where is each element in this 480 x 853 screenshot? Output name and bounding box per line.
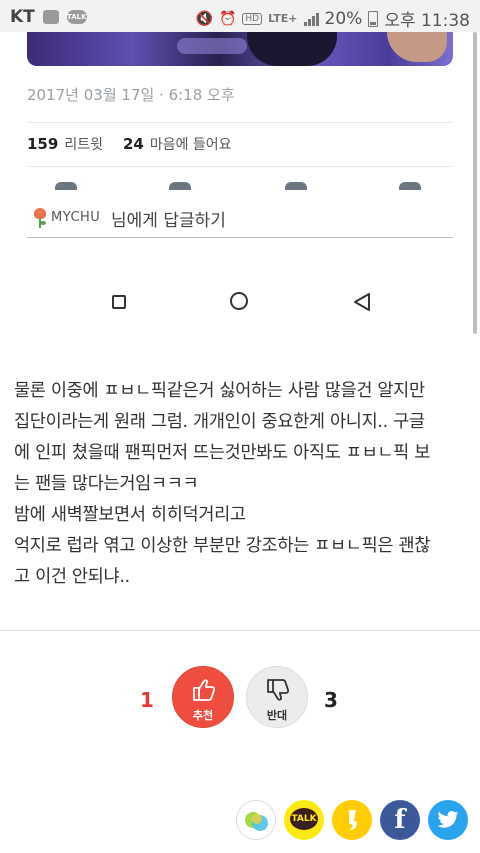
tweet-date: 2017년 03월 17일 · 6:18 오후 <box>27 86 235 104</box>
kakaostory-share[interactable] <box>332 800 372 840</box>
like-label[interactable]: 마음에 들어요 <box>150 134 232 154</box>
reply-username: MYCHU <box>51 210 101 225</box>
post-line: 밤에 새벽짤보면서 히히덕거리고 <box>14 505 246 525</box>
clock: 오후 11:38 <box>384 11 470 31</box>
square-icon <box>112 295 126 309</box>
tweet-embed: 2017년 03월 17일 · 6:18 오후 159 리트윗 24 마음에 들… <box>0 32 480 342</box>
reply-underline <box>27 237 453 238</box>
tweet-actions <box>27 182 453 190</box>
post-line: 억지로 럽라 엮고 이상한 부분만 강조하는 ㅍㅂㄴ픽은 괜찮 <box>14 536 431 556</box>
post-line: 물론 이중에 ㅍㅂㄴ픽같은거 싫어하는 사람 많을건 알지만 <box>14 381 425 401</box>
divider <box>27 166 453 167</box>
status-bar: KT TALK 🔇 ⏰ HD LTE+ 20% 오후 11:38 <box>0 0 480 32</box>
downvote-label: 반대 <box>266 709 288 722</box>
status-bar-left: KT TALK <box>10 7 87 27</box>
reply-icon[interactable] <box>55 182 77 190</box>
upvote-label: 추천 <box>192 709 214 722</box>
back-triangle-icon <box>354 293 370 311</box>
hd-badge: HD <box>242 12 263 25</box>
android-nav-bar <box>0 280 480 326</box>
carrier-label: KT <box>10 7 35 27</box>
talk-icon: TALK <box>290 808 318 830</box>
signal-icon <box>303 12 319 26</box>
downvote-button[interactable]: 반대 <box>246 666 308 728</box>
divider <box>27 122 453 123</box>
kakao-story-share[interactable] <box>236 800 276 840</box>
twitter-share[interactable] <box>428 800 468 840</box>
tweet-stats: 159 리트윗 24 마음에 들어요 <box>27 134 232 154</box>
network-label: LTE+ <box>268 12 298 25</box>
facebook-share[interactable]: f <box>380 800 420 840</box>
reply-input[interactable]: MYCHU 님에게 답글하기 <box>27 198 453 238</box>
thumbs-up-icon <box>193 679 216 701</box>
talk-icon: TALK <box>66 10 87 24</box>
image-icon <box>42 10 59 24</box>
share-bar: TALK f <box>0 800 480 844</box>
message-icon[interactable] <box>399 182 421 190</box>
post-line: 는 팬들 많다는거임ㅋㅋㅋ <box>14 474 199 494</box>
flower-icon <box>33 208 47 228</box>
recent-apps-button[interactable] <box>104 288 134 318</box>
facebook-icon: f <box>394 805 406 835</box>
divider <box>0 630 480 631</box>
thumbs-down-icon <box>267 679 290 701</box>
back-button[interactable] <box>348 288 378 318</box>
retweet-label[interactable]: 리트윗 <box>64 134 103 154</box>
twitter-bird-icon <box>437 811 459 828</box>
scrollbar[interactable] <box>473 32 477 334</box>
retweet-icon[interactable] <box>169 182 191 190</box>
speech-bubbles-icon <box>245 812 268 831</box>
heart-icon[interactable] <box>285 182 307 190</box>
reply-placeholder: 님에게 답글하기 <box>111 211 226 231</box>
post-line: 집단이라는게 원래 그럼. 개개인이 중요한게 아니지.. 구글 <box>14 412 425 432</box>
upvote-button[interactable]: 추천 <box>172 666 234 728</box>
circle-icon <box>230 292 248 310</box>
post-line: 고 이건 안되냐.. <box>14 567 130 587</box>
kakaotalk-share[interactable]: TALK <box>284 800 324 840</box>
tweet-media-image[interactable] <box>27 32 453 66</box>
alarm-icon: ⏰ <box>218 10 237 27</box>
post-line: 에 인피 쳤을때 팬픽먼저 뜨는것만봐도 아직도 ㅍㅂㄴ픽 보 <box>14 443 431 463</box>
retweet-count[interactable]: 159 <box>27 135 58 153</box>
like-count[interactable]: 24 <box>123 135 144 153</box>
battery-icon <box>368 10 379 27</box>
downvote-count: 3 <box>324 688 338 712</box>
home-button[interactable] <box>225 288 255 318</box>
kakaostory-icon <box>349 810 358 830</box>
upvote-count: 1 <box>140 688 154 712</box>
mute-icon: 🔇 <box>195 10 213 27</box>
vote-section: 1 추천 반대 3 <box>0 660 480 740</box>
post-body: 물론 이중에 ㅍㅂㄴ픽같은거 싫어하는 사람 많을건 알지만 집단이라는게 원래… <box>14 376 476 593</box>
status-bar-right: 🔇 ⏰ HD LTE+ 20% 오후 11:38 <box>195 6 471 32</box>
battery-percent: 20% <box>324 8 363 29</box>
